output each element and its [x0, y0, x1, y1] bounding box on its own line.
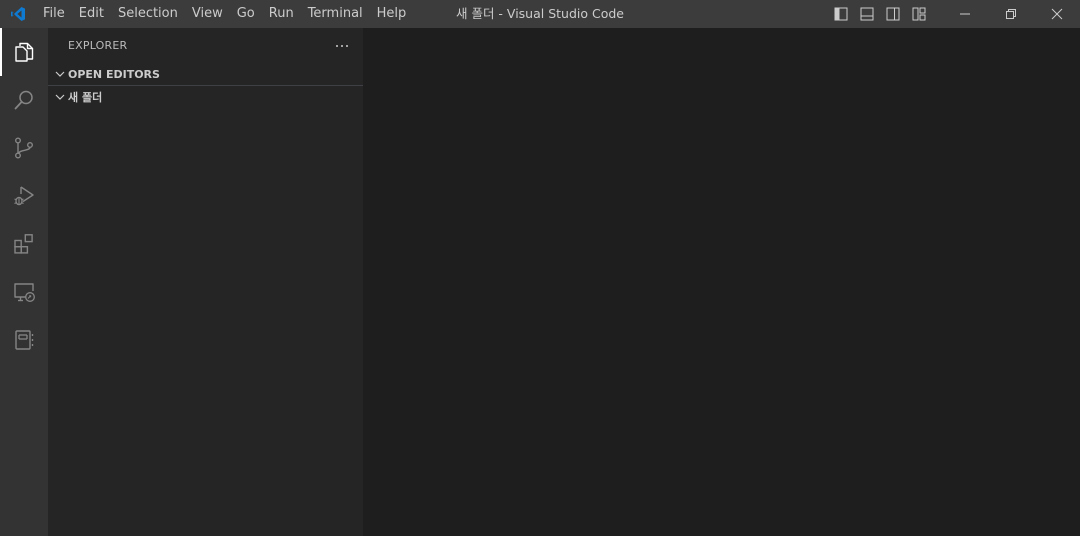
activity-run-debug[interactable] — [0, 172, 48, 220]
notebook-icon — [15, 330, 34, 350]
toggle-secondary-sidebar-button[interactable] — [880, 0, 906, 28]
title-bar: File Edit Selection View Go Run Terminal… — [0, 0, 1080, 28]
toggle-panel-button[interactable] — [854, 0, 880, 28]
editor-area[interactable] — [363, 28, 1080, 536]
toggle-primary-sidebar-button[interactable] — [828, 0, 854, 28]
search-icon — [14, 90, 33, 110]
activity-notebook[interactable] — [0, 316, 48, 364]
remote-explorer-icon — [14, 283, 35, 302]
activity-search[interactable] — [0, 76, 48, 124]
menu-go[interactable]: Go — [230, 0, 262, 28]
explorer-icon — [15, 42, 34, 62]
menu-bar: File Edit Selection View Go Run Terminal… — [36, 0, 413, 28]
section-workspace-folder[interactable]: 새 폴더 — [48, 86, 363, 108]
extensions-icon — [14, 234, 33, 254]
menu-file[interactable]: File — [36, 0, 72, 28]
title-controls — [828, 0, 1080, 28]
toggle-primary-sidebar-icon — [834, 7, 848, 21]
section-workspace-folder-label: 새 폴더 — [68, 91, 103, 104]
explorer-sidebar: EXPLORER OPEN EDITORS 새 폴더 — [48, 28, 363, 536]
section-open-editors[interactable]: OPEN EDITORS — [48, 63, 363, 85]
close-button[interactable] — [1034, 0, 1080, 28]
restore-button[interactable] — [988, 0, 1034, 28]
menu-help[interactable]: Help — [370, 0, 414, 28]
menu-selection[interactable]: Selection — [111, 0, 185, 28]
toggle-secondary-sidebar-icon — [886, 7, 900, 21]
sidebar-title: EXPLORER — [68, 39, 128, 52]
activity-explorer[interactable] — [0, 28, 48, 76]
activity-bar — [0, 28, 48, 536]
section-open-editors-label: OPEN EDITORS — [68, 67, 160, 81]
run-debug-icon — [14, 186, 34, 206]
minimize-button[interactable] — [942, 0, 988, 28]
chevron-down-icon — [52, 89, 68, 105]
source-control-icon — [15, 137, 33, 159]
sidebar-header: EXPLORER — [48, 28, 363, 63]
activity-extensions[interactable] — [0, 220, 48, 268]
menu-terminal[interactable]: Terminal — [301, 0, 370, 28]
restore-icon — [1006, 9, 1016, 19]
activity-remote-explorer[interactable] — [0, 268, 48, 316]
ellipsis-icon — [336, 44, 348, 47]
minimize-icon — [960, 13, 970, 15]
customize-layout-icon — [912, 7, 926, 21]
menu-run[interactable]: Run — [262, 0, 301, 28]
menu-view[interactable]: View — [185, 0, 230, 28]
activity-source-control[interactable] — [0, 124, 48, 172]
toggle-panel-icon — [860, 7, 874, 21]
close-icon — [1051, 8, 1063, 20]
customize-layout-button[interactable] — [906, 0, 932, 28]
vscode-logo-icon — [0, 0, 36, 28]
menu-edit[interactable]: Edit — [72, 0, 111, 28]
more-actions-button[interactable] — [331, 35, 353, 57]
chevron-down-icon — [52, 66, 68, 82]
